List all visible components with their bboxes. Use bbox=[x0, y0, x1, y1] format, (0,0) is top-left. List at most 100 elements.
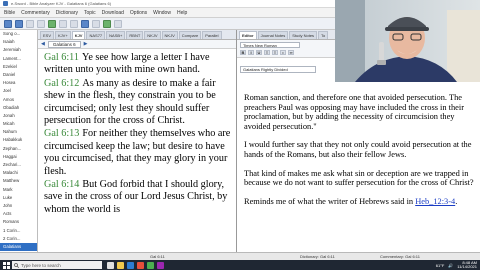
align-center-icon[interactable]: ≡ bbox=[272, 50, 278, 55]
book-item[interactable]: 1 Corin... bbox=[0, 227, 37, 235]
paragraph: Roman sanction, and therefore one that a… bbox=[244, 93, 465, 131]
book-item[interactable]: Lament... bbox=[0, 55, 37, 63]
menu-dictionary[interactable]: Dictionary bbox=[56, 10, 78, 16]
tab-nkjv-2[interactable]: NKJV bbox=[161, 31, 178, 39]
verse-ref[interactable]: Gal 6:11 bbox=[44, 52, 79, 63]
book-item[interactable]: Luke bbox=[0, 194, 37, 202]
back-icon[interactable] bbox=[4, 19, 12, 28]
taskbar-search[interactable]: Type here to search bbox=[12, 261, 102, 269]
weather[interactable]: 61°F bbox=[436, 263, 445, 268]
book-item[interactable]: 2 Corin... bbox=[0, 235, 37, 243]
file-explorer-icon[interactable] bbox=[117, 261, 124, 269]
verse-ref[interactable]: Gal 6:13 bbox=[44, 128, 79, 139]
book-item-selected[interactable]: Galatians bbox=[0, 242, 37, 252]
book-item[interactable]: Jeremiah bbox=[0, 46, 37, 54]
entry-select[interactable]: Galatians Rightly Divided bbox=[240, 66, 316, 73]
reading-plan-icon[interactable] bbox=[70, 19, 78, 28]
tab-nasb-plus[interactable]: NASB+ bbox=[106, 31, 126, 39]
book-item[interactable]: Zechari... bbox=[0, 161, 37, 169]
tab-esv[interactable]: ESV bbox=[40, 31, 55, 39]
menu-download[interactable]: Download bbox=[102, 10, 124, 16]
notes-icon[interactable] bbox=[92, 19, 100, 28]
print-icon[interactable] bbox=[26, 19, 34, 28]
windows-icon bbox=[2, 261, 10, 269]
menu-commentary[interactable]: Commentary bbox=[21, 10, 50, 16]
tab-nas77[interactable]: NAS77 bbox=[86, 31, 106, 39]
verse-ref[interactable]: Gal 6:14 bbox=[44, 179, 79, 190]
tab-parallel[interactable]: Parallel bbox=[202, 31, 222, 39]
italic-icon[interactable]: I bbox=[248, 50, 254, 55]
tab-topic[interactable]: To bbox=[318, 31, 329, 39]
book-item[interactable]: Nahum bbox=[0, 128, 37, 136]
menu-options[interactable]: Options bbox=[130, 10, 147, 16]
bible-nav: ◀ Galatians 6 ▶ bbox=[38, 40, 236, 49]
book-item[interactable]: John bbox=[0, 202, 37, 210]
clock[interactable]: 8:48 AM 11/14/2021 bbox=[457, 260, 477, 270]
edge-icon[interactable] bbox=[127, 261, 134, 269]
taskbar-apps bbox=[107, 261, 164, 269]
forward-icon[interactable] bbox=[15, 19, 23, 28]
tab-editor[interactable]: Editor bbox=[239, 31, 257, 39]
bold-icon[interactable]: B bbox=[240, 50, 246, 55]
book-item[interactable]: Joel bbox=[0, 87, 37, 95]
book-item[interactable]: Hosea bbox=[0, 79, 37, 87]
tab-nkjv[interactable]: NKJV bbox=[144, 31, 161, 39]
book-item[interactable]: Jonah bbox=[0, 112, 37, 120]
commentary-text[interactable]: Roman sanction, and therefore one that a… bbox=[237, 93, 480, 260]
status-bible-ref: Gal 6:11 bbox=[150, 254, 165, 259]
task-view-icon[interactable] bbox=[107, 261, 114, 269]
prev-chapter-icon[interactable]: ◀ bbox=[41, 41, 45, 47]
book-item[interactable]: Isaiah bbox=[0, 38, 37, 46]
book-item[interactable]: Malachi bbox=[0, 169, 37, 177]
obs-icon[interactable] bbox=[157, 261, 164, 269]
verse: Gal 6:12 As many as desire to make a fair… bbox=[44, 78, 231, 128]
underline-icon[interactable]: U bbox=[256, 50, 262, 55]
book-item[interactable]: Obadiah bbox=[0, 104, 37, 112]
link-icon[interactable]: ∞ bbox=[288, 50, 294, 55]
menu-window[interactable]: Window bbox=[153, 10, 171, 16]
tab-study-notes[interactable]: Study Notes bbox=[289, 31, 318, 39]
next-chapter-icon[interactable]: ▶ bbox=[84, 41, 88, 47]
book-item[interactable]: Habakkuk bbox=[0, 136, 37, 144]
status-commentary: Commentary: Gal 6:11 bbox=[380, 254, 420, 259]
menu-bible[interactable]: Bible bbox=[4, 10, 15, 16]
volume-icon[interactable]: 🔊 bbox=[448, 263, 453, 268]
book-item[interactable]: Daniel bbox=[0, 71, 37, 79]
start-button[interactable] bbox=[0, 260, 12, 270]
copy-icon[interactable] bbox=[37, 19, 45, 28]
search-bible-icon[interactable] bbox=[48, 19, 56, 28]
book-item[interactable]: Zephan... bbox=[0, 145, 37, 153]
chrome-icon[interactable] bbox=[137, 261, 144, 269]
download-icon[interactable] bbox=[103, 19, 111, 28]
tab-kjv[interactable]: KJV bbox=[71, 31, 86, 39]
list-icon[interactable]: • bbox=[280, 50, 286, 55]
verse-ref[interactable]: Gal 6:12 bbox=[44, 78, 79, 89]
menu-help[interactable]: Help bbox=[177, 10, 187, 16]
settings-icon[interactable] bbox=[114, 19, 122, 28]
bible-reference[interactable]: Galatians 6 bbox=[47, 40, 81, 48]
book-item[interactable]: Matthew bbox=[0, 177, 37, 185]
book-item[interactable]: Haggai bbox=[0, 153, 37, 161]
book-item[interactable]: Amos bbox=[0, 96, 37, 104]
book-item[interactable]: Ezekiel bbox=[0, 63, 37, 71]
tab-compare[interactable]: Compare bbox=[178, 31, 202, 39]
esword-taskbar-icon[interactable] bbox=[147, 261, 154, 269]
verse: Gal 6:11 Ye see how large a letter I have… bbox=[44, 52, 231, 77]
study-icon[interactable] bbox=[81, 19, 89, 28]
window-title: e-Sword - Bible Analyzer KJV - Galatians… bbox=[11, 1, 112, 6]
menu-topic[interactable]: Topic bbox=[84, 10, 96, 16]
align-left-icon[interactable]: ≡ bbox=[264, 50, 270, 55]
book-item[interactable]: Acts bbox=[0, 210, 37, 218]
tab-rbnt[interactable]: RBNT bbox=[126, 31, 144, 39]
book-item[interactable]: Song o... bbox=[0, 30, 37, 38]
book-item[interactable]: Micah bbox=[0, 120, 37, 128]
status-dictionary: Dictionary: Gal 6:11 bbox=[300, 254, 335, 259]
font-select[interactable]: Times New Roman bbox=[240, 42, 300, 48]
book-item[interactable]: Romans bbox=[0, 218, 37, 226]
scripture-link[interactable]: Heb_12:3-4 bbox=[415, 197, 455, 206]
title-bar: e-Sword - Bible Analyzer KJV - Galatians… bbox=[0, 0, 335, 8]
tab-kjv-plus[interactable]: KJV+ bbox=[55, 31, 71, 39]
tab-journal-notes[interactable]: Journal Notes bbox=[257, 31, 289, 39]
bookmark-icon[interactable] bbox=[59, 19, 67, 28]
book-item[interactable]: Mark bbox=[0, 186, 37, 194]
